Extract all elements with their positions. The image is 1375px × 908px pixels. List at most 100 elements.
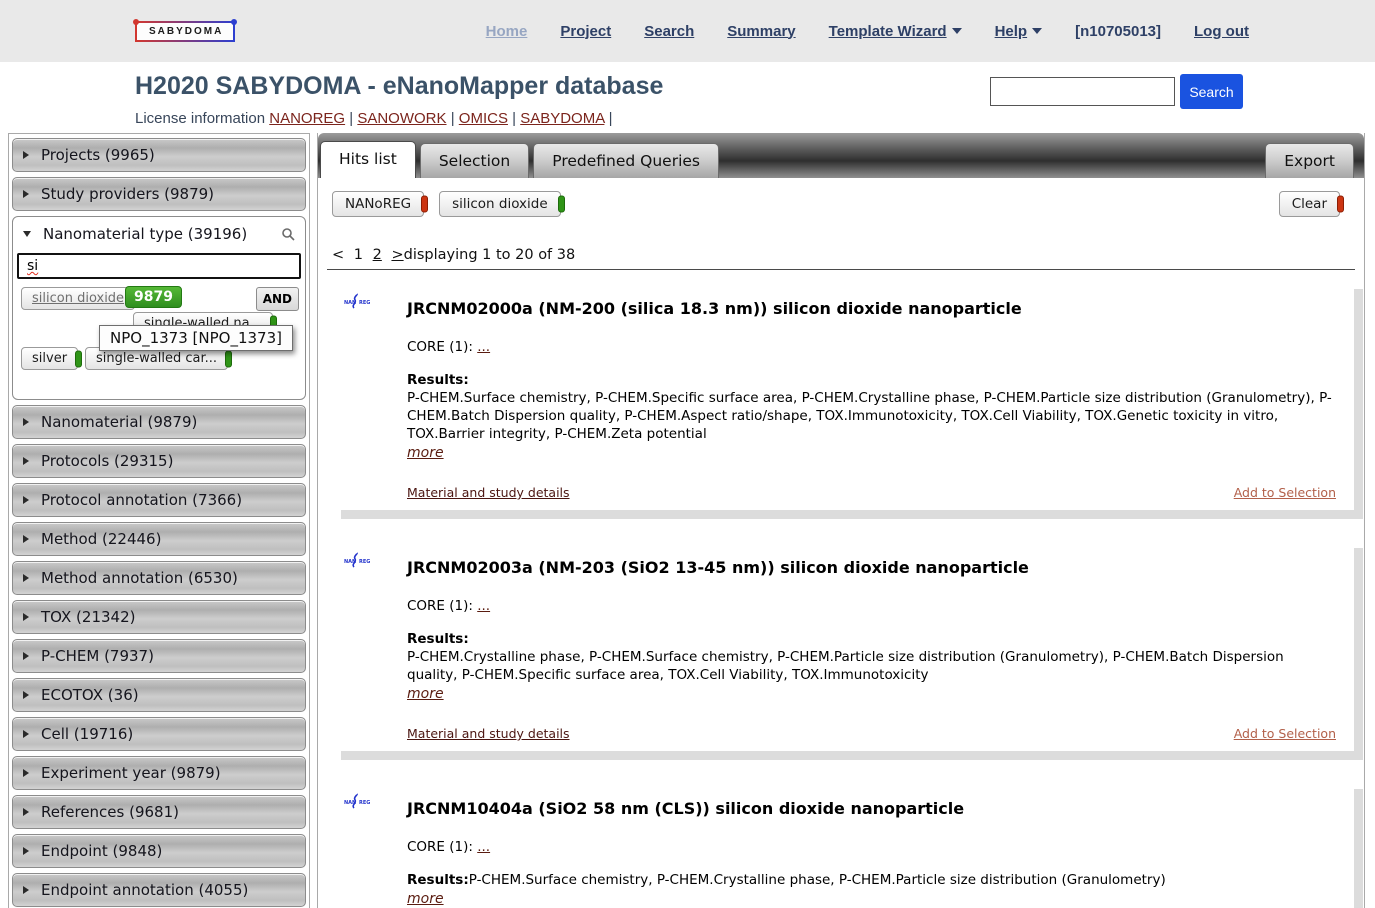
chip-label: Clear: [1292, 196, 1327, 212]
facet-nanomaterial-type-header[interactable]: Nanomaterial type (39196): [13, 217, 305, 251]
pagination-status: displaying 1 to 20 of 38: [404, 247, 576, 263]
material-study-details-link[interactable]: Material and study details: [407, 485, 570, 500]
triangle-right-icon: [23, 769, 29, 777]
sidebar-item-endpoint-9848[interactable]: Endpoint (9848): [12, 834, 306, 868]
result-title: JRCNM10404a (SiO2 58 nm (CLS)) silicon d…: [407, 790, 964, 818]
sidebar-item-study-providers-9879[interactable]: Study providers (9879): [12, 177, 306, 211]
more-link[interactable]: more: [407, 444, 444, 463]
facet-search-icon[interactable]: [281, 227, 295, 241]
svg-text:NAN: NAN: [344, 300, 356, 306]
global-search-button[interactable]: Search: [1180, 74, 1243, 109]
sidebar-item-endpoint-annotation-4055[interactable]: Endpoint annotation (4055): [12, 873, 306, 907]
global-search-input[interactable]: [990, 77, 1175, 106]
sidebar-item-experiment-year-9879[interactable]: Experiment year (9879): [12, 756, 306, 790]
facet-nanomaterial-type: Nanomaterial type (39196) si silicon dio…: [12, 216, 306, 400]
logo-blue-dot-icon: [231, 19, 237, 25]
pagination: < 1 2 >displaying 1 to 20 of 38: [332, 247, 1364, 263]
page-next-link[interactable]: >: [391, 247, 403, 263]
core-label: CORE (1):: [407, 839, 477, 855]
tab-hits-list[interactable]: Hits list: [320, 141, 416, 178]
chip-handle[interactable]: [421, 196, 428, 213]
core-label: CORE (1):: [407, 339, 477, 355]
nav-home[interactable]: Home: [486, 23, 528, 40]
license-link-sabydoma[interactable]: SABYDOMA: [520, 110, 604, 127]
tab-predefined-queries[interactable]: Predefined Queries: [533, 143, 719, 178]
nav-project[interactable]: Project: [560, 23, 611, 40]
core-expand-link[interactable]: ...: [477, 598, 490, 614]
results-text: P-CHEM.Surface chemistry, P-CHEM.Specifi…: [407, 390, 1332, 442]
ontology-tooltip: NPO_1373 [NPO_1373]: [99, 325, 293, 351]
chip-label: NANoREG: [345, 196, 411, 212]
result-links-row: Material and study details Add to Selecti…: [407, 485, 1336, 500]
tab-selection[interactable]: Selection: [420, 143, 529, 178]
license-link-omics[interactable]: OMICS: [459, 110, 508, 127]
result-card: NANREGJRCNM02000a (NM-200 (silica 18.3 n…: [330, 278, 1354, 510]
clear-filters-button[interactable]: Clear: [1279, 191, 1340, 217]
add-to-selection-link[interactable]: Add to Selection: [1234, 485, 1336, 500]
nav-n10705013[interactable]: [n10705013]: [1075, 23, 1161, 40]
sidebar-item-nanomaterial-9879[interactable]: Nanomaterial (9879): [12, 405, 306, 439]
sidebar-item-ecotox-36[interactable]: ECOTOX (36): [12, 678, 306, 712]
sidebar-item-protocol-annotation-7366[interactable]: Protocol annotation (7366): [12, 483, 306, 517]
chip-handle[interactable]: [75, 350, 82, 367]
result-title: JRCNM02000a (NM-200 (silica 18.3 nm)) si…: [407, 290, 1022, 318]
results-list: NANREGJRCNM02000a (NM-200 (silica 18.3 n…: [318, 270, 1364, 908]
chip-handle[interactable]: [1337, 196, 1344, 213]
filter-chip-silicon-dioxide[interactable]: silicon dioxide: [439, 191, 561, 217]
triangle-right-icon: [23, 496, 29, 504]
chip-handle[interactable]: [558, 196, 565, 213]
sidebar-item-projects-9965[interactable]: Projects (9965): [12, 138, 306, 172]
sidebar-item-method-22446[interactable]: Method (22446): [12, 522, 306, 556]
facet-label: Endpoint annotation (4055): [41, 881, 248, 899]
nav-help[interactable]: Help: [995, 23, 1043, 40]
core-expand-link[interactable]: ...: [477, 839, 490, 855]
core-expand-link[interactable]: ...: [477, 339, 490, 355]
license-link-sanowork[interactable]: SANOWORK: [357, 110, 446, 127]
chip-silver[interactable]: silver: [21, 347, 78, 370]
nav-log-out[interactable]: Log out: [1194, 23, 1249, 40]
logo-red-dot-icon: [133, 19, 139, 25]
more-link[interactable]: more: [407, 685, 444, 704]
add-to-selection-link[interactable]: Add to Selection: [1234, 726, 1336, 741]
triangle-right-icon: [23, 847, 29, 855]
triangle-right-icon: [23, 190, 29, 198]
core-line: CORE (1): ...: [407, 839, 1336, 855]
and-operator-button[interactable]: AND: [256, 287, 299, 311]
more-row: more: [407, 443, 1336, 463]
sidebar-item-p-chem-7937[interactable]: P-CHEM (7937): [12, 639, 306, 673]
results-label: Results:: [407, 631, 469, 647]
sabydoma-logo: SABYDOMA: [135, 21, 235, 42]
results-block: Results:P-CHEM.Surface chemistry, P-CHEM…: [407, 371, 1336, 463]
triangle-right-icon: [23, 730, 29, 738]
facet-label: Method (22446): [41, 530, 161, 548]
nav-summary[interactable]: Summary: [727, 23, 795, 40]
chip-label: silicon dioxide: [452, 196, 548, 212]
chip-silicon-dioxide[interactable]: silicon dioxide: [21, 287, 135, 310]
material-study-details-link[interactable]: Material and study details: [407, 726, 570, 741]
filter-chip-nanoreg[interactable]: NANoREG: [332, 191, 424, 217]
page-current: 1: [354, 247, 363, 263]
result-card-head: NANREGJRCNM02000a (NM-200 (silica 18.3 n…: [344, 290, 1336, 318]
facet-label: Experiment year (9879): [41, 764, 221, 782]
nanomaterial-type-search-input[interactable]: si: [17, 253, 301, 279]
facet-label: Protocols (29315): [41, 452, 173, 470]
sidebar-item-protocols-29315[interactable]: Protocols (29315): [12, 444, 306, 478]
sidebar-item-cell-19716[interactable]: Cell (19716): [12, 717, 306, 751]
more-link[interactable]: more: [407, 890, 444, 908]
page-2-link[interactable]: 2: [373, 247, 382, 263]
chip-handle[interactable]: [225, 350, 232, 367]
triangle-down-icon: [23, 231, 31, 237]
sidebar-item-method-annotation-6530[interactable]: Method annotation (6530): [12, 561, 306, 595]
sidebar-item-tox-21342[interactable]: TOX (21342): [12, 600, 306, 634]
facet-label: Cell (19716): [41, 725, 133, 743]
result-links-row: Material and study details Add to Selecti…: [407, 726, 1336, 741]
facet-search-text: si: [27, 258, 38, 274]
facet-label: Projects (9965): [41, 146, 155, 164]
sidebar-item-references-9681[interactable]: References (9681): [12, 795, 306, 829]
license-link-nanoreg[interactable]: NANOREG: [269, 110, 345, 127]
nav-label: Log out: [1194, 23, 1249, 40]
nav-template-wizard[interactable]: Template Wizard: [829, 23, 962, 40]
facet-label: TOX (21342): [41, 608, 135, 626]
nav-search[interactable]: Search: [644, 23, 694, 40]
tab-export[interactable]: Export: [1265, 143, 1354, 178]
